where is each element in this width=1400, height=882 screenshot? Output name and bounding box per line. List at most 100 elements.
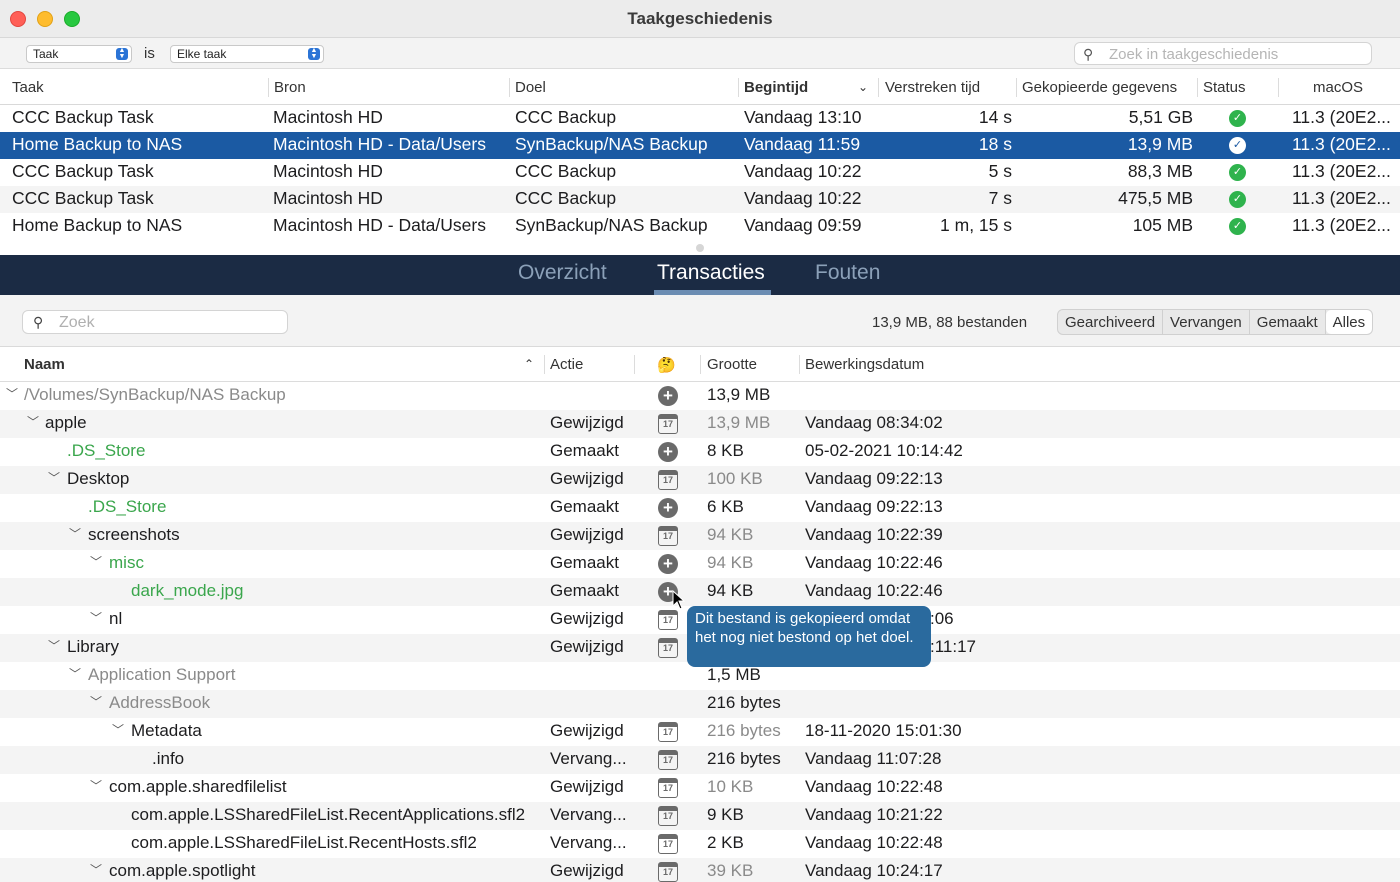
table-row[interactable]: dark_mode.jpg Gemaakt + 94 KB Vandaag 10… xyxy=(0,578,1400,606)
chevron-down-icon[interactable]: ﹀ xyxy=(69,665,81,682)
item-action: Gemaakt xyxy=(550,441,619,460)
tab-transacties[interactable]: Transacties xyxy=(657,261,765,285)
table-row[interactable]: com.apple.LSSharedFileList.RecentApplica… xyxy=(0,802,1400,830)
chevron-down-icon[interactable]: ﹀ xyxy=(90,609,102,626)
chevron-down-icon[interactable]: ﹀ xyxy=(90,861,102,878)
chevron-down-icon[interactable]: ﹀ xyxy=(90,777,102,794)
filter-gearchiveerd[interactable]: Gearchiveerd xyxy=(1058,310,1164,334)
calendar-icon: 17 xyxy=(658,750,678,770)
table-row[interactable]: .DS_Store Gemaakt + 6 KB Vandaag 09:22:1… xyxy=(0,494,1400,522)
item-action: Vervang... xyxy=(550,833,627,852)
chevron-down-icon[interactable]: ﹀ xyxy=(90,553,102,570)
col-header-macos[interactable]: macOS xyxy=(1313,79,1363,96)
destination: CCC Backup xyxy=(515,107,617,127)
item-date: Vandaag 10:22:39 xyxy=(805,525,943,544)
chevron-down-icon[interactable]: ﹀ xyxy=(27,413,39,430)
plus-icon: + xyxy=(658,554,678,574)
history-row-selected[interactable]: Home Backup to NAS Macintosh HD - Data/U… xyxy=(0,132,1400,159)
calendar-icon: 17 xyxy=(658,610,678,630)
calendar-icon: 17 xyxy=(658,470,678,490)
item-name: com.apple.sharedfilelist xyxy=(109,777,287,796)
transactions-search-input[interactable]: ⚲ Zoek xyxy=(22,310,288,334)
copied-data: 13,9 MB xyxy=(1127,134,1193,154)
table-row[interactable]: com.apple.LSSharedFileList.RecentHosts.s… xyxy=(0,830,1400,858)
split-view-handle[interactable] xyxy=(696,244,704,252)
history-row[interactable]: CCC Backup Task Macintosh HD CCC Backup … xyxy=(0,186,1400,213)
filter-gemaakt[interactable]: Gemaakt xyxy=(1250,310,1326,334)
item-name: Application Support xyxy=(88,665,236,684)
col-header-begintijd[interactable]: Begintijd xyxy=(744,79,808,96)
table-row[interactable]: ﹀ com.apple.spotlight Gewijzigd 17 39 KB… xyxy=(0,858,1400,882)
tab-fouten[interactable]: Fouten xyxy=(815,261,880,285)
col-header-grootte[interactable]: Grootte xyxy=(707,356,757,373)
item-size: 13,9 MB xyxy=(707,413,771,432)
item-date: Vandaag 09:22:13 xyxy=(805,469,943,488)
col-header-thinking-emoji[interactable]: 🤔 xyxy=(657,356,676,374)
filter-vervangen[interactable]: Vervangen xyxy=(1163,310,1250,334)
history-search-input[interactable]: ⚲ Zoek in taakgeschiedenis xyxy=(1074,42,1372,65)
destination: SynBackup/NAS Backup xyxy=(515,134,708,154)
table-row[interactable]: .DS_Store Gemaakt + 8 KB 05-02-2021 10:1… xyxy=(0,438,1400,466)
filter-bar: Taak ▲ ▼ is Elke taak ▲ ▼ ⚲ Zoek in taakge… xyxy=(0,38,1400,69)
item-action: Gewijzigd xyxy=(550,721,624,740)
transactions-summary: 13,9 MB, 88 bestanden xyxy=(872,314,1028,331)
chevron-down-icon[interactable]: ﹀ xyxy=(69,525,81,542)
item-name: AddressBook xyxy=(109,693,211,712)
chevron-down-icon[interactable]: ﹀ xyxy=(112,721,124,738)
table-row[interactable]: ﹀ AddressBook 216 bytes xyxy=(0,690,1400,718)
item-date: :06 xyxy=(930,609,954,628)
chevron-down-icon[interactable]: ﹀ xyxy=(6,385,18,402)
filter-is-label: is xyxy=(144,45,155,62)
task-name: CCC Backup Task xyxy=(12,107,154,127)
filter-field-popup[interactable]: Taak ▲ ▼ xyxy=(26,45,132,63)
item-size: 9 KB xyxy=(707,805,744,824)
col-header-bewerkingsdatum[interactable]: Bewerkingsdatum xyxy=(805,356,924,373)
history-row[interactable]: CCC Backup Task Macintosh HD CCC Backup … xyxy=(0,159,1400,186)
status-ok-icon: ✓ xyxy=(1229,137,1246,154)
col-header-gekopieerd[interactable]: Gekopieerde gegevens xyxy=(1022,79,1177,96)
sort-descending-icon: ⌄ xyxy=(858,80,869,94)
item-action: Gewijzigd xyxy=(550,777,624,796)
col-header-status[interactable]: Status xyxy=(1203,79,1246,96)
status-ok-icon: ✓ xyxy=(1229,110,1246,127)
task-name: CCC Backup Task xyxy=(12,188,154,208)
chevron-down-icon[interactable]: ﹀ xyxy=(48,637,60,654)
item-action: Gemaakt xyxy=(550,553,619,572)
calendar-icon: 17 xyxy=(658,638,678,658)
col-header-actie[interactable]: Actie xyxy=(550,356,583,373)
source: Macintosh HD - Data/Users xyxy=(273,215,486,235)
filter-value-popup[interactable]: Elke taak ▲ ▼ xyxy=(170,45,324,63)
col-header-naam[interactable]: Naam xyxy=(24,356,65,373)
table-row[interactable]: ﹀ com.apple.sharedfilelist Gewijzigd 17 … xyxy=(0,774,1400,802)
chevron-down-icon[interactable]: ﹀ xyxy=(90,693,102,710)
table-row[interactable]: .info Vervang... 17 216 bytes Vandaag 11… xyxy=(0,746,1400,774)
table-row[interactable]: ﹀ Desktop Gewijzigd 17 100 KB Vandaag 09… xyxy=(0,466,1400,494)
destination: CCC Backup xyxy=(515,161,617,181)
item-size: 216 bytes xyxy=(707,749,781,768)
sort-ascending-icon: ⌃ xyxy=(524,357,535,371)
filter-field-value: Taak xyxy=(33,47,59,61)
item-action: Gewijzigd xyxy=(550,861,624,880)
item-name: dark_mode.jpg xyxy=(131,581,244,600)
item-size: 216 bytes xyxy=(707,693,781,712)
col-header-taak[interactable]: Taak xyxy=(12,79,44,96)
table-row[interactable]: ﹀ screenshots Gewijzigd 17 94 KB Vandaag… xyxy=(0,522,1400,550)
table-row[interactable]: ﹀ apple Gewijzigd 17 13,9 MB Vandaag 08:… xyxy=(0,410,1400,438)
item-size: 6 KB xyxy=(707,497,744,516)
col-header-verstreken[interactable]: Verstreken tijd xyxy=(885,79,980,96)
tab-overzicht[interactable]: Overzicht xyxy=(518,261,607,285)
item-name: com.apple.LSSharedFileList.RecentHosts.s… xyxy=(131,833,477,852)
task-name: CCC Backup Task xyxy=(12,161,154,181)
calendar-icon: 17 xyxy=(658,778,678,798)
table-row[interactable]: ﹀ misc Gemaakt + 94 KB Vandaag 10:22:46 xyxy=(0,550,1400,578)
chevron-down-icon[interactable]: ﹀ xyxy=(48,469,60,486)
history-row[interactable]: CCC Backup Task Macintosh HD CCC Backup … xyxy=(0,105,1400,132)
item-name: Desktop xyxy=(67,469,130,488)
col-header-bron[interactable]: Bron xyxy=(274,79,306,96)
col-header-doel[interactable]: Doel xyxy=(515,79,546,96)
table-row[interactable]: ﹀ Metadata Gewijzigd 17 216 bytes 18-11-… xyxy=(0,718,1400,746)
table-row[interactable]: ﹀ /Volumes/SynBackup/NAS Backup + 13,9 M… xyxy=(0,382,1400,410)
history-row[interactable]: Home Backup to NAS Macintosh HD - Data/U… xyxy=(0,213,1400,240)
start-time: Vandaag 11:59 xyxy=(744,134,861,154)
filter-alles[interactable]: Alles xyxy=(1325,310,1373,334)
